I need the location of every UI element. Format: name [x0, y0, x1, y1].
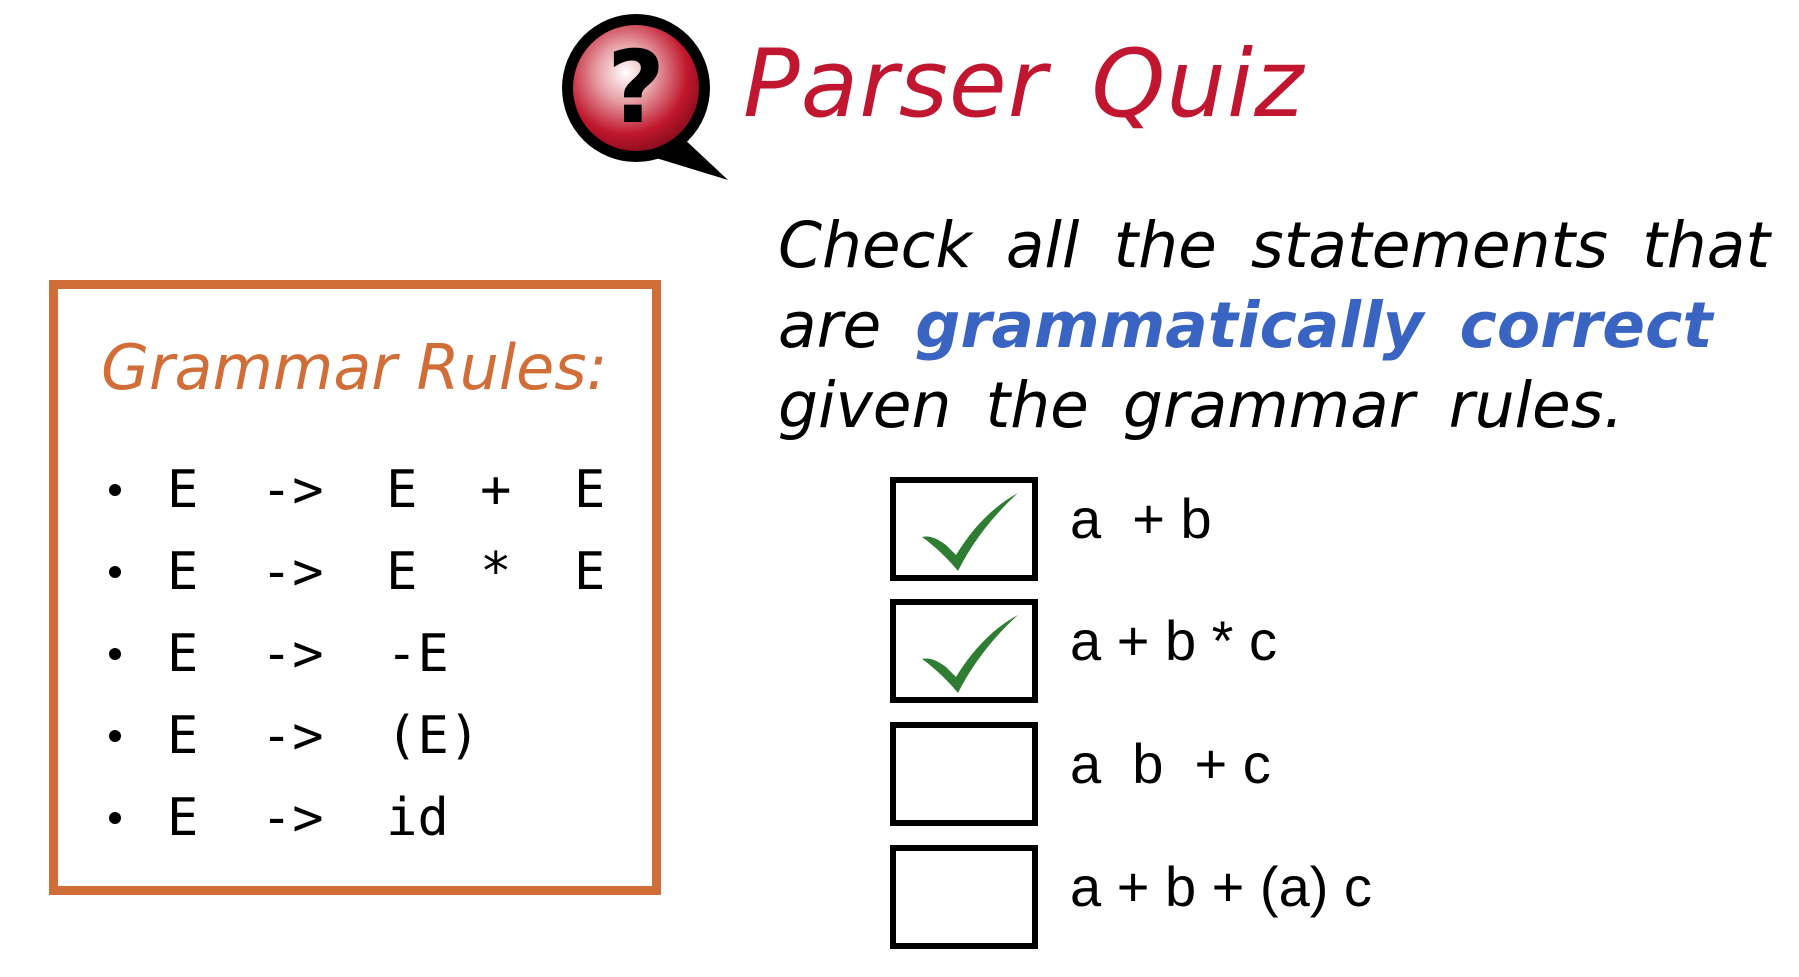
answer-option-label: a + b — [1070, 487, 1212, 550]
grammar-rule: E -> E + E — [101, 449, 605, 531]
bullet-icon — [109, 730, 121, 742]
answer-option-label: a b + c — [1070, 732, 1271, 795]
grammar-rule-text: E -> E * E — [167, 542, 606, 602]
answer-option-label: a + b * c — [1070, 609, 1278, 672]
grammar-rule-text: E -> E + E — [167, 460, 606, 520]
title-word-parser: Parser — [743, 30, 1048, 139]
bullet-icon — [109, 566, 121, 578]
grammar-rules-title: Grammar Rules: — [101, 331, 608, 404]
answer-option: a + b * c — [890, 599, 1590, 703]
grammar-rules-box: Grammar Rules: E -> E + E E -> E * E E -… — [49, 280, 661, 895]
grammar-rule-text: E -> (E) — [167, 706, 481, 766]
grammar-rule: E -> -E — [101, 613, 605, 695]
answer-option: a b + c — [890, 722, 1590, 826]
grammar-rule-text: E -> id — [167, 788, 449, 848]
grammar-rule-text: E -> -E — [167, 624, 449, 684]
checkmark-icon — [922, 493, 1018, 571]
bullet-icon — [109, 648, 121, 660]
answer-checkbox[interactable] — [890, 599, 1038, 703]
answer-option: a + b — [890, 477, 1590, 581]
answer-option: a + b + (a) c — [890, 845, 1590, 949]
answer-checkbox[interactable] — [890, 722, 1038, 826]
grammar-rule: E -> (E) — [101, 695, 605, 777]
instruction-text-after: given the grammar rules. — [778, 369, 1624, 442]
answer-checkbox[interactable] — [890, 477, 1038, 581]
question-speech-bubble-icon: ? — [556, 8, 732, 184]
instruction-highlight: grammatically correct — [915, 289, 1713, 362]
grammar-rules-list: E -> E + E E -> E * E E -> -E E -> (E) E… — [101, 449, 605, 859]
answer-checkbox[interactable] — [890, 845, 1038, 949]
bullet-icon — [109, 484, 121, 496]
answer-option-label: a + b + (a) c — [1070, 855, 1372, 918]
grammar-rule: E -> id — [101, 777, 605, 859]
title-word-quiz: Quiz — [1091, 30, 1305, 139]
checkmark-icon — [922, 615, 1018, 693]
quiz-instruction: Check all the statements that are gramma… — [778, 206, 1788, 446]
bullet-icon — [109, 812, 121, 824]
grammar-rule: E -> E * E — [101, 531, 605, 613]
quiz-title: Parser Quiz — [743, 38, 1304, 132]
svg-text:?: ? — [607, 29, 665, 146]
